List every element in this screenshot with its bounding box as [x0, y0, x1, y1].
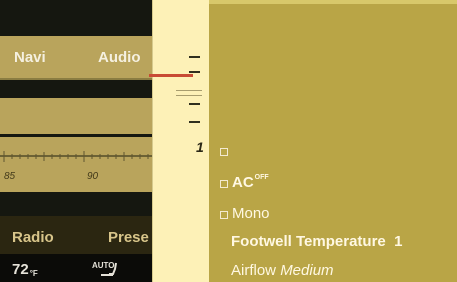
audio-main-panel: Navi Audio 85 90 Radio Prese 72°F AUTO	[0, 0, 152, 282]
footwell-temperature-option[interactable]: Footwell Temperature 1	[231, 233, 402, 250]
ac-checkbox[interactable]	[220, 180, 228, 188]
frequency-scale-ticks	[3, 151, 149, 162]
mono-option[interactable]: Mono	[232, 205, 270, 222]
radio-submenu-item[interactable]: Radio	[12, 229, 54, 246]
navi-menu-item[interactable]: Navi	[14, 49, 46, 66]
strip-level-mark-3	[189, 103, 200, 105]
ac-label: AC	[232, 174, 254, 191]
current-level-indicator	[149, 74, 193, 77]
audio-menu-item[interactable]: Audio	[98, 49, 141, 66]
auto-climate-indicator: AUTO	[92, 261, 122, 277]
level-bar-icon	[176, 90, 202, 96]
frequency-tick-85: 85	[4, 171, 16, 182]
auto-label: AUTO	[92, 261, 115, 270]
ac-state: OFF	[254, 174, 269, 181]
strip-level-number: 1	[196, 139, 204, 155]
footwell-label: Footwell Temperature	[231, 233, 386, 250]
mono-checkbox[interactable]	[220, 211, 228, 219]
mono-label: Mono	[232, 205, 270, 222]
temperature-unit: °F	[29, 269, 38, 278]
presets-submenu-item[interactable]: Prese	[108, 229, 149, 246]
frequency-scale	[0, 137, 152, 192]
strip-level-mark-2	[189, 71, 200, 73]
menu-top-edge	[209, 0, 457, 4]
strip-level-mark-4	[189, 121, 200, 123]
climate-temperature: 72°F	[12, 261, 38, 278]
frequency-tick-90: 90	[87, 171, 99, 182]
blank-option-checkbox[interactable]	[220, 148, 228, 156]
airflow-value: Medium	[280, 262, 334, 279]
infotainment-screen: Navi Audio 85 90 Radio Prese 72°F AUTO 1…	[0, 0, 457, 282]
footwell-value: 1	[394, 233, 403, 250]
temperature-value: 72	[12, 261, 29, 278]
station-area	[0, 98, 152, 134]
airflow-option[interactable]: Airflow Medium	[231, 262, 334, 279]
strip-level-mark-1	[189, 56, 200, 58]
ac-option[interactable]: ACOFF	[232, 174, 269, 191]
airflow-label: Airflow	[231, 262, 277, 279]
